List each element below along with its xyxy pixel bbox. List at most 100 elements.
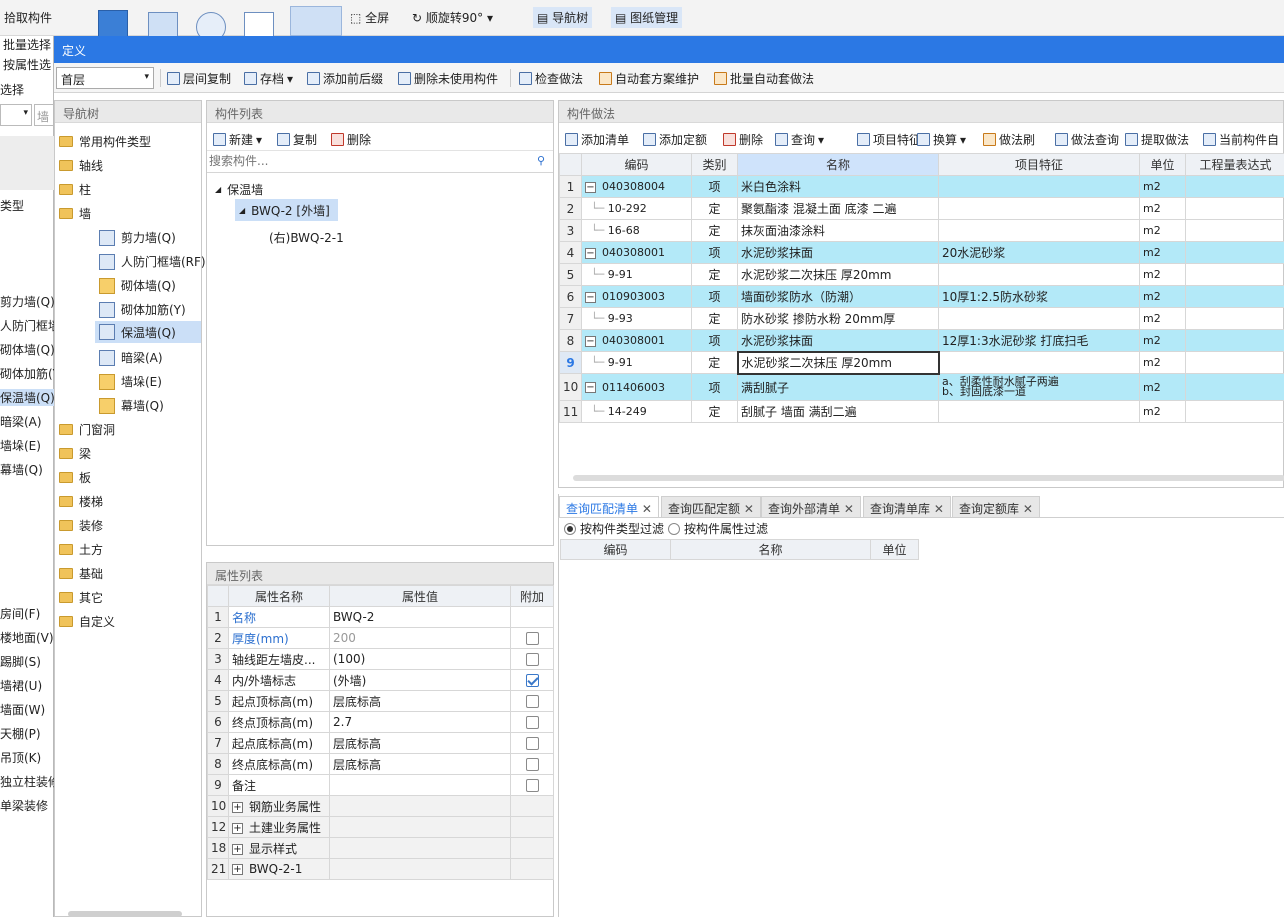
method-unit[interactable]: m2 — [1139, 373, 1186, 401]
method-expr[interactable] — [1185, 285, 1284, 308]
property-row[interactable]: 2 厚度(mm) 200 — [207, 627, 554, 649]
method-code[interactable]: └─ 9-91 — [581, 263, 692, 286]
extra-checkbox[interactable] — [525, 758, 539, 771]
search-icon[interactable]: ⚲ — [537, 154, 545, 167]
left-search[interactable]: 墙 — [34, 104, 54, 126]
close-icon[interactable]: ✕ — [1019, 502, 1033, 516]
method-unit[interactable]: m2 — [1139, 351, 1186, 374]
left-item2[interactable]: 天棚(P) — [0, 725, 41, 742]
method-expr[interactable] — [1185, 197, 1284, 220]
drawing-mgmt-toggle[interactable]: ▤ 图纸管理 — [611, 7, 683, 28]
query-tab[interactable]: 查询匹配清单 ✕ — [559, 496, 659, 518]
query-tab[interactable]: 查询外部清单 ✕ — [761, 496, 861, 518]
method-unit[interactable]: m2 — [1139, 219, 1186, 242]
nav-item[interactable]: 墙垛(E) — [99, 373, 162, 390]
expand-icon[interactable]: + — [232, 801, 243, 813]
method-expr[interactable] — [1185, 373, 1284, 401]
method-unit[interactable]: m2 — [1139, 400, 1186, 423]
left-item2[interactable]: 吊顶(K) — [0, 749, 41, 766]
nav-item[interactable]: 楼梯 — [59, 493, 103, 510]
select-by-attr-button[interactable]: 按属性选 — [3, 56, 51, 73]
save-button[interactable]: 存档 ▾ — [244, 70, 293, 87]
method-type[interactable]: 定 — [691, 400, 738, 423]
method-code[interactable]: └─ 9-91 — [581, 351, 692, 374]
nav-item[interactable]: 土方 — [59, 541, 103, 558]
property-row[interactable]: 5 起点顶标高(m) 层底标高 — [207, 690, 554, 712]
nav-item[interactable]: 其它 — [59, 589, 103, 606]
query-tab[interactable]: 查询清单库 ✕ — [863, 496, 951, 518]
filter-by-attr-radio[interactable]: 按构件属性过滤 — [668, 520, 768, 537]
method-type[interactable]: 项 — [691, 175, 738, 198]
method-name[interactable]: 水泥砂浆二次抹压 厚20mm — [737, 263, 939, 286]
method-type[interactable]: 定 — [691, 219, 738, 242]
nav-item[interactable]: 装修 — [59, 517, 103, 534]
method-feature[interactable]: 20水泥砂浆 — [938, 241, 1140, 264]
extract-method-button[interactable]: 提取做法 — [1125, 131, 1189, 148]
method-code[interactable]: └─ 14-249 — [581, 400, 692, 423]
property-row[interactable]: 10 + 钢筋业务属性 — [207, 795, 554, 817]
nav-item[interactable]: 墙 — [59, 205, 91, 222]
method-unit[interactable]: m2 — [1139, 285, 1186, 308]
fullscreen-button[interactable]: ⬚ 全屏 — [350, 9, 389, 26]
method-code[interactable]: −040308004 — [581, 175, 692, 198]
nav-item[interactable]: 基础 — [59, 565, 103, 582]
method-name[interactable]: 米白色涂料 — [737, 175, 939, 198]
nav-item[interactable]: 幕墙(Q) — [99, 397, 164, 414]
property-value[interactable] — [329, 858, 511, 880]
horizontal-scrollbar[interactable] — [573, 475, 1284, 481]
expand-icon[interactable]: + — [232, 843, 243, 855]
method-code[interactable]: −010903003 — [581, 285, 692, 308]
method-expr[interactable] — [1185, 351, 1284, 374]
nav-item[interactable]: 剪力墙(Q) — [99, 229, 176, 246]
nav-item[interactable]: 门窗洞 — [59, 421, 115, 438]
property-row[interactable]: 21 + BWQ-2-1 — [207, 858, 554, 880]
close-icon[interactable]: ✕ — [930, 502, 944, 516]
method-row[interactable]: 7 └─ 9-93 定防水砂浆 掺防水粉 20mm厚 m2 — [559, 307, 1284, 330]
property-row[interactable]: 1 名称 BWQ-2 — [207, 606, 554, 628]
method-name[interactable]: 抹灰面油漆涂料 — [737, 219, 939, 242]
method-code[interactable]: −011406003 — [581, 373, 692, 401]
method-type[interactable]: 项 — [691, 373, 738, 401]
method-type[interactable]: 项 — [691, 241, 738, 264]
left-item2[interactable]: 踢脚(S) — [0, 653, 41, 670]
property-value[interactable] — [329, 774, 511, 796]
extra-checkbox[interactable] — [525, 716, 539, 729]
method-expr[interactable] — [1185, 219, 1284, 242]
method-type[interactable]: 项 — [691, 329, 738, 352]
method-unit[interactable]: m2 — [1139, 307, 1186, 330]
method-unit[interactable]: m2 — [1139, 241, 1186, 264]
left-item[interactable]: 保温墙(Q) — [0, 389, 55, 406]
method-feature[interactable] — [938, 197, 1140, 220]
floor-copy-button[interactable]: 层间复制 — [167, 70, 231, 87]
method-query-button[interactable]: 做法查询 — [1055, 131, 1119, 148]
nav-item[interactable]: 暗梁(A) — [99, 349, 163, 366]
left-item2[interactable]: 独立柱装修 — [0, 773, 60, 790]
method-type[interactable]: 定 — [691, 351, 738, 374]
method-unit[interactable]: m2 — [1139, 175, 1186, 198]
left-item[interactable]: 幕墙(Q) — [0, 461, 43, 478]
collapse-icon[interactable]: − — [585, 181, 596, 193]
method-code[interactable]: └─ 16-68 — [581, 219, 692, 242]
method-name[interactable]: 防水砂浆 掺防水粉 20mm厚 — [737, 307, 939, 330]
method-row[interactable]: 4−040308001 项水泥砂浆抹面 20水泥砂浆 m2 — [559, 241, 1284, 264]
method-feature[interactable] — [938, 219, 1140, 242]
item-feature-button[interactable]: 项目特征 — [857, 131, 921, 148]
batch-auto-button[interactable]: 批量自动套做法 — [714, 70, 814, 87]
query-button[interactable]: 查询 ▾ — [775, 131, 824, 148]
method-feature[interactable] — [938, 307, 1140, 330]
batch-select-button[interactable]: 批量选择 — [3, 36, 51, 53]
method-expr[interactable] — [1185, 307, 1284, 330]
method-row[interactable]: 11 └─ 14-249 定刮腻子 墙面 满刮二遍 m2 — [559, 400, 1284, 423]
close-icon[interactable]: ✕ — [638, 502, 652, 516]
collapse-icon[interactable]: − — [585, 247, 596, 259]
method-expr[interactable] — [1185, 263, 1284, 286]
method-name[interactable]: 水泥砂浆抹面 — [737, 241, 939, 264]
method-feature[interactable]: 10厚1:2.5防水砂浆 — [938, 285, 1140, 308]
nav-item[interactable]: 梁 — [59, 445, 91, 462]
delete-method-button[interactable]: 删除 — [723, 131, 763, 148]
left-item2[interactable]: 单梁装修 — [0, 797, 48, 814]
expand-icon[interactable]: + — [232, 864, 243, 875]
method-row[interactable]: 5 └─ 9-91 定水泥砂浆二次抹压 厚20mm m2 — [559, 263, 1284, 286]
property-row[interactable]: 7 起点底标高(m) 层底标高 — [207, 732, 554, 754]
expand-icon[interactable]: + — [232, 822, 243, 834]
